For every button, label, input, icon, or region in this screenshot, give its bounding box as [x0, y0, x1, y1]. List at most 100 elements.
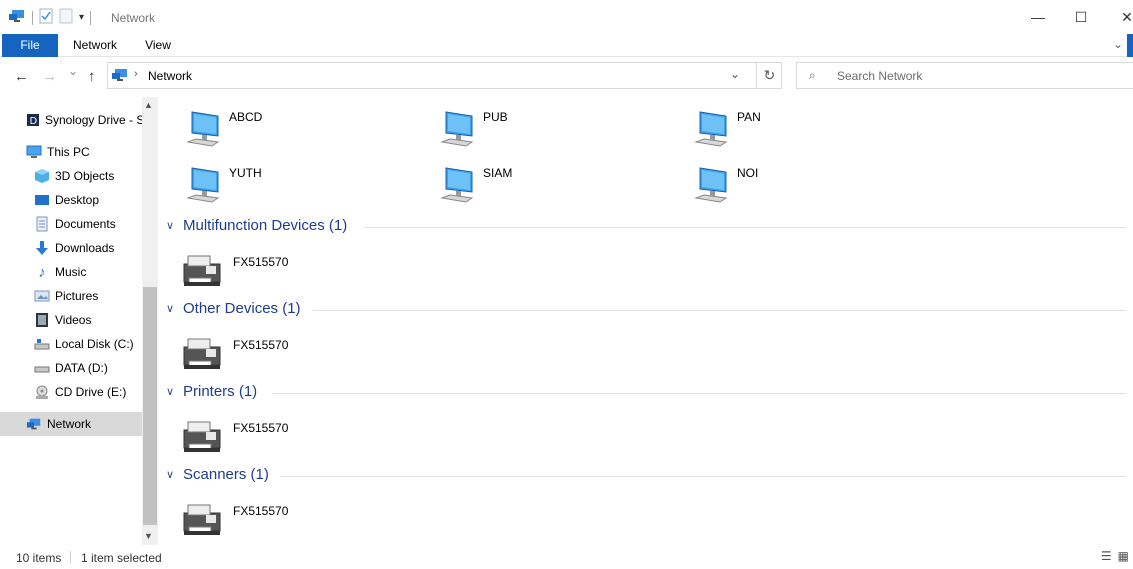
tab-file[interactable]: File	[2, 34, 58, 57]
address-dropdown-icon[interactable]: ⌄	[730, 67, 740, 81]
scroll-down-icon[interactable]: ▼	[144, 531, 153, 541]
collapse-chevron-icon[interactable]: ∨	[166, 385, 174, 398]
maximize-button[interactable]: ☐	[1058, 0, 1104, 34]
network-computer[interactable]: YUTH	[182, 162, 382, 212]
breadcrumb-chevron-icon[interactable]: ›	[134, 68, 138, 80]
maximize-icon: ☐	[1074, 8, 1088, 25]
sidebar-item-desktop[interactable]: Desktop	[34, 188, 99, 212]
sidebar-item-cd-drive-e[interactable]: CD Drive (E:)	[34, 380, 126, 404]
sidebar-item-label: Videos	[55, 313, 92, 327]
computer-icon	[690, 106, 734, 153]
sidebar-scrollbar[interactable]: ▲ ▼	[142, 97, 158, 545]
downloads-icon	[34, 240, 50, 256]
item-count: 10 items	[16, 551, 62, 565]
details-view-icon[interactable]: ☰	[1101, 549, 1112, 563]
sidebar-item-label: DATA (D:)	[55, 361, 108, 375]
expand-ribbon-icon[interactable]: ⌄	[1113, 37, 1123, 51]
sidebar-item-label: Desktop	[55, 193, 100, 207]
refresh-icon: ↻	[763, 67, 776, 83]
minimize-icon: —	[1031, 9, 1045, 25]
computer-icon	[690, 162, 734, 209]
device-item[interactable]: FX515570	[180, 252, 380, 292]
search-box[interactable]: ⌕ Search Network	[796, 62, 1133, 89]
network-computer[interactable]: PUB	[436, 106, 636, 156]
address-bar[interactable]: › Network ⌄ ↻	[107, 62, 782, 89]
this-pc-icon	[26, 144, 42, 160]
computer-name: NOI	[737, 166, 759, 180]
sidebar-item-label: Downloads	[55, 241, 115, 255]
sidebar-item-data-d[interactable]: DATA (D:)	[34, 356, 108, 380]
status-bar: 10 items 1 item selected ☰ ▦	[0, 545, 1133, 569]
network-icon	[26, 416, 42, 432]
computer-name: YUTH	[229, 166, 262, 180]
breadcrumb-network[interactable]: Network	[148, 69, 192, 83]
cd-drive-icon	[34, 384, 50, 400]
back-button[interactable]: ←	[14, 68, 29, 85]
computer-name: SIAM	[483, 166, 513, 180]
sidebar-item-network[interactable]: Network	[0, 412, 142, 436]
scrollbar-thumb[interactable]	[143, 287, 157, 525]
group-divider	[364, 227, 1126, 228]
tab-view[interactable]: View	[144, 34, 172, 57]
sidebar-item-synology-drive[interactable]: D Synology Drive - S	[26, 108, 142, 132]
collapse-chevron-icon[interactable]: ∨	[166, 219, 174, 232]
help-strip	[1127, 34, 1133, 57]
view-switcher: ☰ ▦	[1101, 549, 1129, 563]
status-divider	[70, 551, 71, 563]
printer-icon	[180, 501, 224, 540]
documents-icon	[34, 216, 50, 232]
synology-drive-icon: D	[26, 112, 40, 128]
collapse-chevron-icon[interactable]: ∨	[166, 302, 174, 315]
navigation-bar: ← → ⌄ ↑ › Network ⌄ ↻ ⌕ Search Network	[0, 57, 1133, 97]
forward-button[interactable]: →	[42, 68, 57, 85]
sidebar-item-label: 3D Objects	[55, 169, 115, 183]
tab-network[interactable]: Network	[72, 34, 118, 57]
customize-toolbar-icon[interactable]: ▾	[79, 12, 84, 23]
device-name: FX515570	[233, 255, 289, 269]
sidebar-item-pictures[interactable]: Pictures	[34, 284, 98, 308]
separator	[90, 10, 92, 25]
sidebar-item-music[interactable]: ♪ Music	[34, 260, 86, 284]
computer-icon	[182, 106, 226, 153]
up-button[interactable]: ↑	[88, 68, 96, 85]
sidebar-item-this-pc[interactable]: This PC	[26, 140, 90, 164]
sidebar-item-label: CD Drive (E:)	[55, 385, 127, 399]
sidebar-item-downloads[interactable]: Downloads	[34, 236, 114, 260]
network-computer[interactable]: NOI	[690, 162, 890, 212]
sidebar-item-label: Network	[47, 417, 92, 431]
network-computer[interactable]: ABCD	[182, 106, 382, 156]
sidebar-item-local-disk-c[interactable]: Local Disk (C:)	[34, 332, 134, 356]
network-computer[interactable]: SIAM	[436, 162, 636, 212]
group-header[interactable]: ∨ Multifunction Devices (1)	[166, 217, 1126, 237]
group-title: Scanners (1)	[183, 466, 269, 483]
sidebar-item-videos[interactable]: Videos	[34, 308, 91, 332]
device-name: FX515570	[233, 504, 289, 518]
close-button[interactable]: ✕	[1104, 0, 1133, 34]
group-header[interactable]: ∨ Other Devices (1)	[166, 300, 1126, 320]
collapse-chevron-icon[interactable]: ∨	[166, 468, 174, 481]
sidebar-item-label: Local Disk (C:)	[55, 337, 134, 351]
device-item[interactable]: FX515570	[180, 335, 380, 375]
device-item[interactable]: FX515570	[180, 418, 380, 458]
large-icons-view-icon[interactable]: ▦	[1118, 549, 1129, 563]
device-name: FX515570	[233, 421, 289, 435]
group-divider	[280, 476, 1126, 477]
sidebar-item-3d-objects[interactable]: 3D Objects	[34, 164, 114, 188]
navigation-pane: D Synology Drive - S This PC 3D Objects …	[0, 97, 158, 545]
music-icon: ♪	[38, 263, 46, 281]
device-item[interactable]: FX515570	[180, 501, 380, 541]
network-computer[interactable]: PAN	[690, 106, 890, 156]
refresh-button[interactable]: ↻	[756, 63, 782, 88]
group-header[interactable]: ∨ Scanners (1)	[166, 466, 1126, 486]
group-title: Multifunction Devices (1)	[183, 217, 348, 234]
ribbon: File Network View ⌄	[0, 34, 1133, 57]
group-header[interactable]: ∨ Printers (1)	[166, 383, 1126, 403]
new-folder-icon[interactable]	[59, 8, 73, 27]
minimize-button[interactable]: —	[1015, 0, 1061, 34]
window-title: Network	[111, 11, 156, 25]
properties-icon[interactable]	[39, 8, 53, 27]
recent-locations-button[interactable]: ⌄	[68, 64, 78, 78]
scroll-up-icon[interactable]: ▲	[144, 100, 153, 110]
printer-icon	[180, 335, 224, 374]
sidebar-item-documents[interactable]: Documents	[34, 212, 116, 236]
